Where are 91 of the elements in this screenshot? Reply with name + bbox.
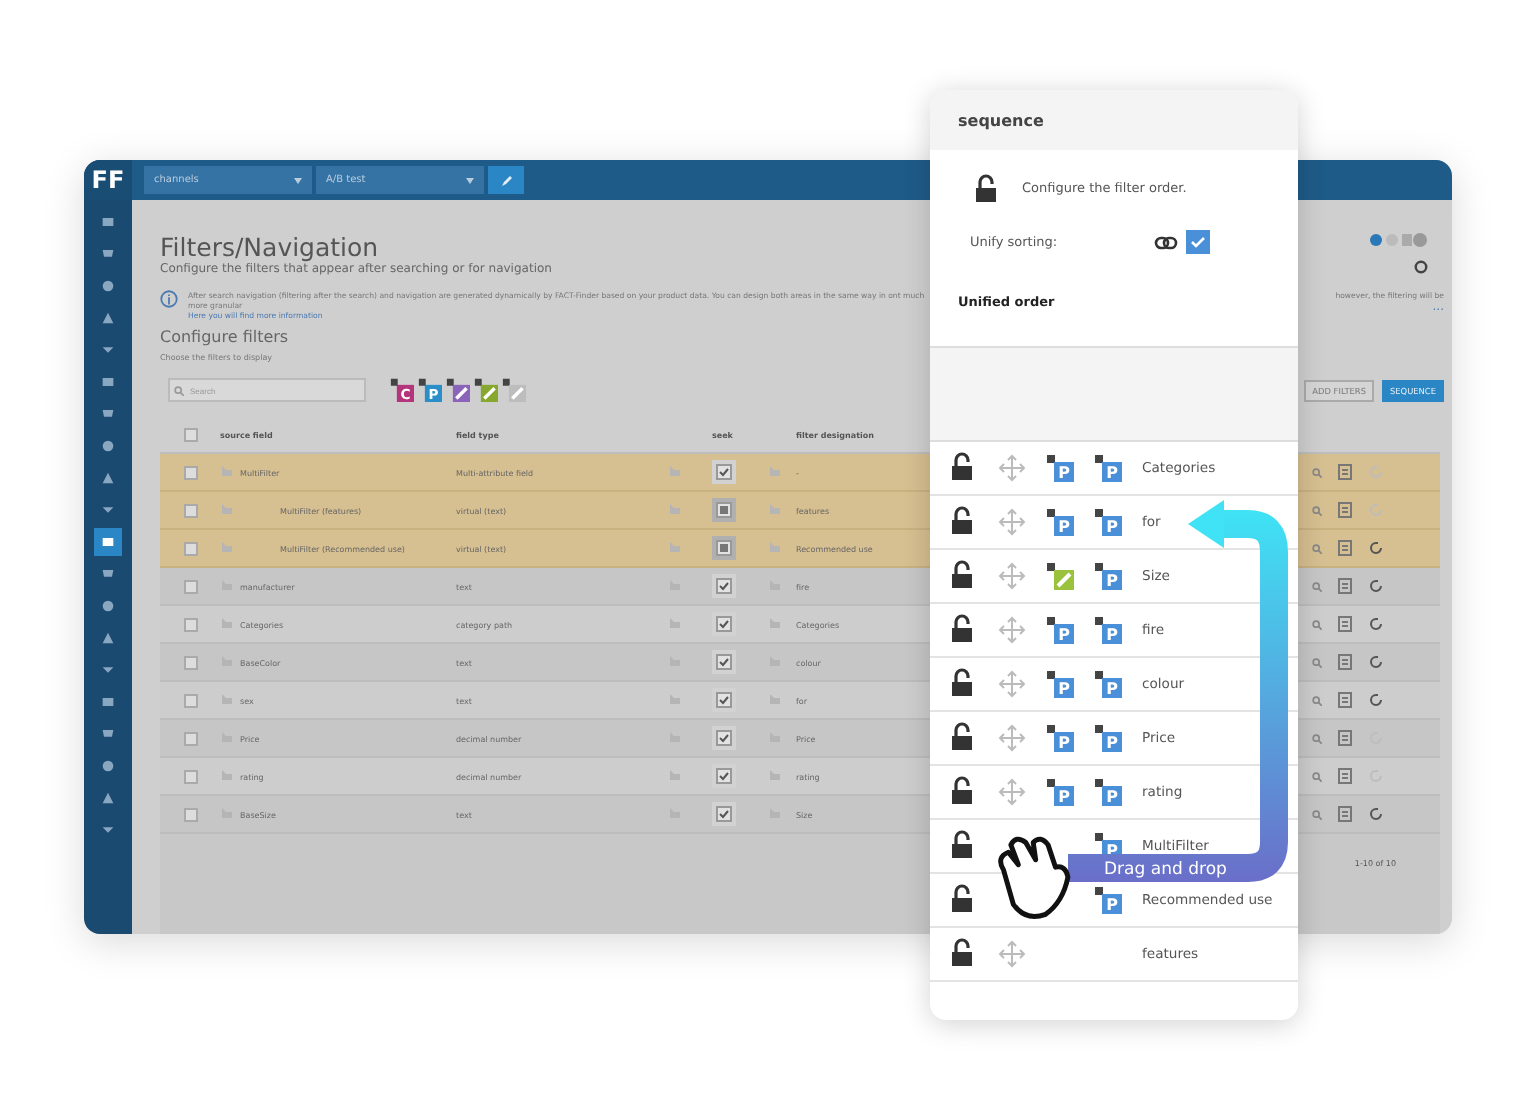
lock-icon[interactable] <box>950 560 974 588</box>
reset-icon[interactable] <box>1368 806 1384 822</box>
check-icon <box>718 656 730 668</box>
triangle-icon <box>100 790 116 806</box>
reset-icon[interactable] <box>1368 540 1384 556</box>
document-icon[interactable] <box>1338 768 1352 784</box>
check-icon <box>718 580 730 592</box>
status-dots-icon <box>1368 232 1428 248</box>
square-icon <box>720 544 728 552</box>
row-checkbox[interactable] <box>183 769 197 783</box>
square-icon <box>100 694 116 710</box>
document-icon[interactable] <box>1338 654 1352 670</box>
move-icon[interactable] <box>998 562 1026 590</box>
document-icon[interactable] <box>1338 502 1352 518</box>
triangle-icon <box>100 630 116 646</box>
move-icon[interactable] <box>998 670 1026 698</box>
lock-icon[interactable] <box>974 174 998 202</box>
search-icon[interactable] <box>1312 657 1322 667</box>
row-checkbox[interactable] <box>183 579 197 593</box>
row-checkbox[interactable] <box>183 807 197 821</box>
document-icon[interactable] <box>1338 578 1352 594</box>
search-icon[interactable] <box>1312 467 1322 477</box>
square-icon <box>100 374 116 390</box>
lock-icon[interactable] <box>950 614 974 642</box>
select-all-checkbox[interactable] <box>183 427 197 441</box>
search-icon[interactable] <box>1312 733 1322 743</box>
check-icon <box>1190 234 1206 250</box>
search-icon[interactable] <box>1312 505 1322 515</box>
search-icon[interactable] <box>1312 809 1322 819</box>
check-icon <box>718 732 730 744</box>
reset-icon[interactable] <box>1368 692 1384 708</box>
document-icon[interactable] <box>1338 616 1352 632</box>
callout-text: Drag and drop <box>1104 860 1227 880</box>
section-title: Configure filters <box>160 328 291 346</box>
hand-icon <box>998 836 1071 919</box>
pencil-icon <box>499 173 513 187</box>
lock-icon[interactable] <box>950 668 974 696</box>
document-icon[interactable] <box>1338 806 1352 822</box>
row-checkbox[interactable] <box>183 693 197 707</box>
lock-icon[interactable] <box>950 830 974 858</box>
caret-icon <box>466 177 474 183</box>
search-icon[interactable] <box>1312 581 1322 591</box>
lock-icon[interactable] <box>950 776 974 804</box>
square-icon <box>100 534 116 550</box>
app-logo[interactable]: FF <box>84 160 132 200</box>
move-icon[interactable] <box>998 454 1026 482</box>
page-title: Filters/Navigation <box>160 232 381 262</box>
check-icon <box>718 618 730 630</box>
info-icon <box>160 290 178 308</box>
reset-icon[interactable] <box>1368 654 1384 670</box>
lock-icon[interactable] <box>950 506 974 534</box>
search-icon[interactable] <box>1312 695 1322 705</box>
lock-icon[interactable] <box>950 884 974 912</box>
row-checkbox[interactable] <box>183 655 197 669</box>
unify-checkbox[interactable] <box>1186 230 1210 254</box>
row-checkbox[interactable] <box>183 541 197 555</box>
move-icon[interactable] <box>998 724 1026 752</box>
document-icon[interactable] <box>1338 692 1352 708</box>
lock-icon[interactable] <box>950 452 974 480</box>
row-checkbox[interactable] <box>183 465 197 479</box>
square-icon <box>100 214 116 230</box>
search-icon[interactable] <box>1312 543 1322 553</box>
row-checkbox[interactable] <box>183 617 197 631</box>
row-checkbox[interactable] <box>183 503 197 517</box>
move-icon[interactable] <box>998 940 1026 968</box>
triangle-icon <box>100 310 116 326</box>
lock-icon[interactable] <box>950 722 974 750</box>
square-icon <box>720 506 728 514</box>
document-icon[interactable] <box>1338 730 1352 746</box>
triangle-icon <box>100 470 116 486</box>
edit-button[interactable] <box>488 166 524 194</box>
search-icon <box>174 385 184 395</box>
row-checkbox[interactable] <box>183 731 197 745</box>
caret-icon <box>294 177 302 183</box>
move-icon[interactable] <box>998 778 1026 806</box>
check-icon <box>718 808 730 820</box>
document-icon[interactable] <box>1338 540 1352 556</box>
dialog-title: sequence <box>930 90 1298 150</box>
check-icon <box>718 770 730 782</box>
link-icon <box>1154 235 1178 249</box>
move-icon[interactable] <box>998 508 1026 536</box>
reset-icon[interactable] <box>1368 578 1384 594</box>
search-icon[interactable] <box>1312 619 1322 629</box>
lock-icon[interactable] <box>950 938 974 966</box>
document-icon[interactable] <box>1338 464 1352 480</box>
check-icon <box>718 466 730 478</box>
reset-icon[interactable] <box>1368 616 1384 632</box>
move-icon[interactable] <box>998 616 1026 644</box>
search-icon[interactable] <box>1312 771 1322 781</box>
check-icon <box>718 694 730 706</box>
sidebar-button[interactable] <box>94 528 122 556</box>
